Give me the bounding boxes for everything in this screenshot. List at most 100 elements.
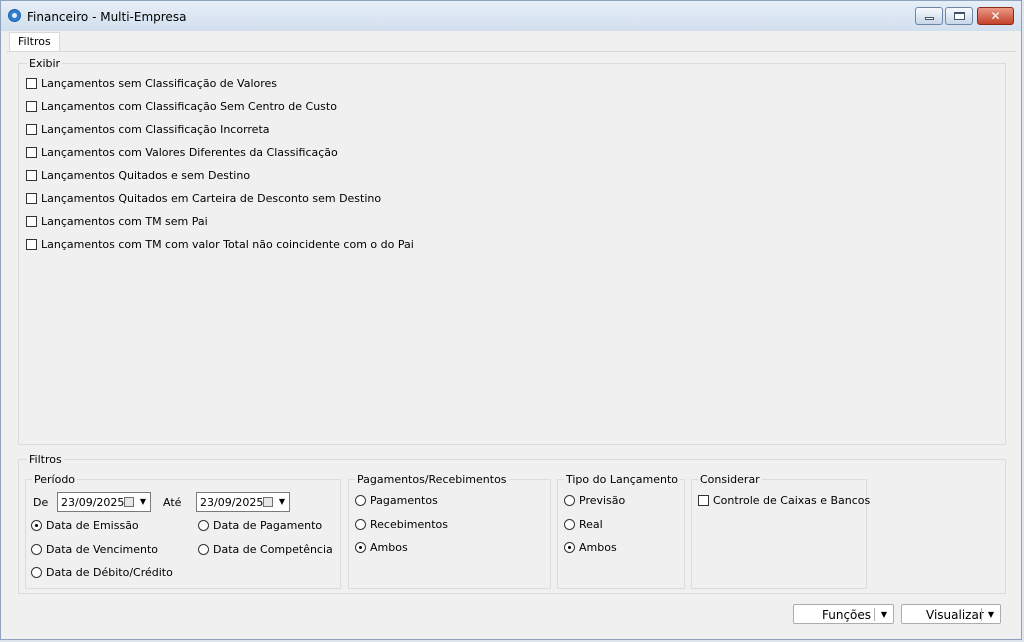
checkbox[interactable] [26,170,37,181]
tab-content: Exibir Lançamentos sem Classificação de … [13,53,1007,631]
tab-filtros[interactable]: Filtros [9,32,60,51]
radio-data-pagamento[interactable]: Data de Pagamento [198,519,322,533]
radio-button[interactable] [564,542,575,553]
radio-button[interactable] [198,520,209,531]
radio-data-debito-credito[interactable]: Data de Débito/Crédito [31,566,173,580]
chevron-down-icon[interactable]: ▼ [986,608,996,622]
checkbox[interactable] [26,239,37,250]
radio-button[interactable] [31,520,42,531]
visualizar-button[interactable]: Visualizar ▼ [901,604,1001,624]
radio-label: Ambos [370,541,408,554]
check-label: Controle de Caixas e Bancos [713,494,871,507]
radio-data-vencimento[interactable]: Data de Vencimento [31,543,158,557]
check-sem-centro-custo[interactable]: Lançamentos com Classificação Sem Centro… [26,100,337,114]
exibir-group: Exibir Lançamentos sem Classificação de … [18,57,1006,445]
radio-button[interactable] [564,495,575,506]
funcoes-button[interactable]: Funções ▼ [793,604,894,624]
maximize-button[interactable] [945,7,973,25]
radio-label: Data de Competência [213,543,333,556]
checkbox[interactable] [26,101,37,112]
radio-recebimentos[interactable]: Recebimentos [355,518,448,532]
checkbox[interactable] [26,124,37,135]
periodo-caption: Período [32,473,78,486]
pagamentos-caption: Pagamentos/Recebimentos [355,473,509,486]
check-label: Lançamentos Quitados em Carteira de Desc… [41,192,382,205]
funcoes-label: Funções [822,608,872,622]
exibir-caption: Exibir [27,57,63,70]
close-button[interactable]: ✕ [977,7,1014,25]
radio-ambos-tipo[interactable]: Ambos [564,541,617,555]
calendar-icon[interactable] [263,497,273,507]
maximize-icon [954,12,965,20]
main-window: Financeiro - Multi-Empresa ✕ Filtros Exi… [0,0,1022,640]
check-sem-classificacao[interactable]: Lançamentos sem Classificação de Valores [26,77,277,91]
check-classificacao-incorreta[interactable]: Lançamentos com Classificação Incorreta [26,123,270,137]
check-label: Lançamentos com Classificação Sem Centro… [41,100,337,113]
considerar-group: Considerar Controle de Caixas e Bancos [691,473,870,589]
checkbox[interactable] [26,216,37,227]
filtros-caption: Filtros [27,453,64,466]
visualizar-label: Visualizar [926,608,984,622]
button-separator [981,608,982,621]
radio-button[interactable] [31,544,42,555]
radio-button[interactable] [355,495,366,506]
radio-ambos-pagamentos[interactable]: Ambos [355,541,408,555]
check-quitados-sem-destino[interactable]: Lançamentos Quitados e sem Destino [26,169,250,183]
radio-label: Pagamentos [370,494,438,507]
ate-label: Até [163,496,182,509]
de-label: De [33,496,49,509]
minimize-icon [925,17,934,20]
chevron-down-icon[interactable]: ▼ [276,495,288,509]
tipo-caption: Tipo do Lançamento [564,473,680,486]
chevron-down-icon[interactable]: ▼ [879,608,889,622]
checkbox[interactable] [26,78,37,89]
minimize-button[interactable] [915,7,943,25]
check-label: Lançamentos com Classificação Incorreta [41,123,270,136]
pagamentos-group: Pagamentos/Recebimentos Pagamentos Receb… [348,473,551,589]
radio-label: Previsão [579,494,626,507]
radio-button[interactable] [355,519,366,530]
checkbox[interactable] [26,193,37,204]
chevron-down-icon[interactable]: ▼ [137,495,149,509]
check-carteira-desconto[interactable]: Lançamentos Quitados em Carteira de Desc… [26,192,381,206]
radio-button[interactable] [355,542,366,553]
radio-button[interactable] [31,567,42,578]
radio-label: Data de Débito/Crédito [46,566,173,579]
app-logo-icon [8,9,21,22]
radio-label: Recebimentos [370,518,448,531]
radio-pagamentos[interactable]: Pagamentos [355,494,438,508]
checkbox[interactable] [26,147,37,158]
radio-data-emissao[interactable]: Data de Emissão [31,519,139,533]
date-to-input[interactable]: 23/09/2025 ▼ [196,492,290,512]
radio-previsao[interactable]: Previsão [564,494,625,508]
radio-button[interactable] [198,544,209,555]
radio-label: Data de Emissão [46,519,139,532]
checkbox[interactable] [698,495,709,506]
date-from-input[interactable]: 23/09/2025 ▼ [57,492,151,512]
check-label: Lançamentos sem Classificação de Valores [41,77,278,90]
radio-label: Data de Vencimento [46,543,159,556]
check-label: Lançamentos com TM sem Pai [41,215,208,228]
considerar-caption: Considerar [698,473,762,486]
window-title: Financeiro - Multi-Empresa [27,10,187,24]
close-icon: ✕ [990,9,1001,23]
tab-strip: Filtros [6,31,1016,52]
tipo-lancamento-group: Tipo do Lançamento Previsão Real Ambos [557,473,685,589]
check-label: Lançamentos com Valores Diferentes da Cl… [41,146,338,159]
radio-label: Real [579,518,603,531]
radio-button[interactable] [564,519,575,530]
check-tm-valor-total[interactable]: Lançamentos com TM com valor Total não c… [26,238,414,252]
check-controle-caixas-bancos[interactable]: Controle de Caixas e Bancos [698,494,870,508]
periodo-group: Período De 23/09/2025 ▼ Até 23/09/2025 ▼… [25,473,341,589]
calendar-icon[interactable] [124,497,134,507]
date-to-value: 23/09/2025 [200,496,264,509]
check-label: Lançamentos com TM com valor Total não c… [41,238,414,251]
filtros-group: Filtros Período De 23/09/2025 ▼ Até 23/0… [18,453,1006,594]
title-bar[interactable]: Financeiro - Multi-Empresa ✕ [1,1,1021,31]
button-separator [874,608,875,621]
check-label: Lançamentos Quitados e sem Destino [41,169,251,182]
check-valores-diferentes[interactable]: Lançamentos com Valores Diferentes da Cl… [26,146,338,160]
radio-data-competencia[interactable]: Data de Competência [198,543,333,557]
check-tm-sem-pai[interactable]: Lançamentos com TM sem Pai [26,215,208,229]
radio-real[interactable]: Real [564,518,603,532]
